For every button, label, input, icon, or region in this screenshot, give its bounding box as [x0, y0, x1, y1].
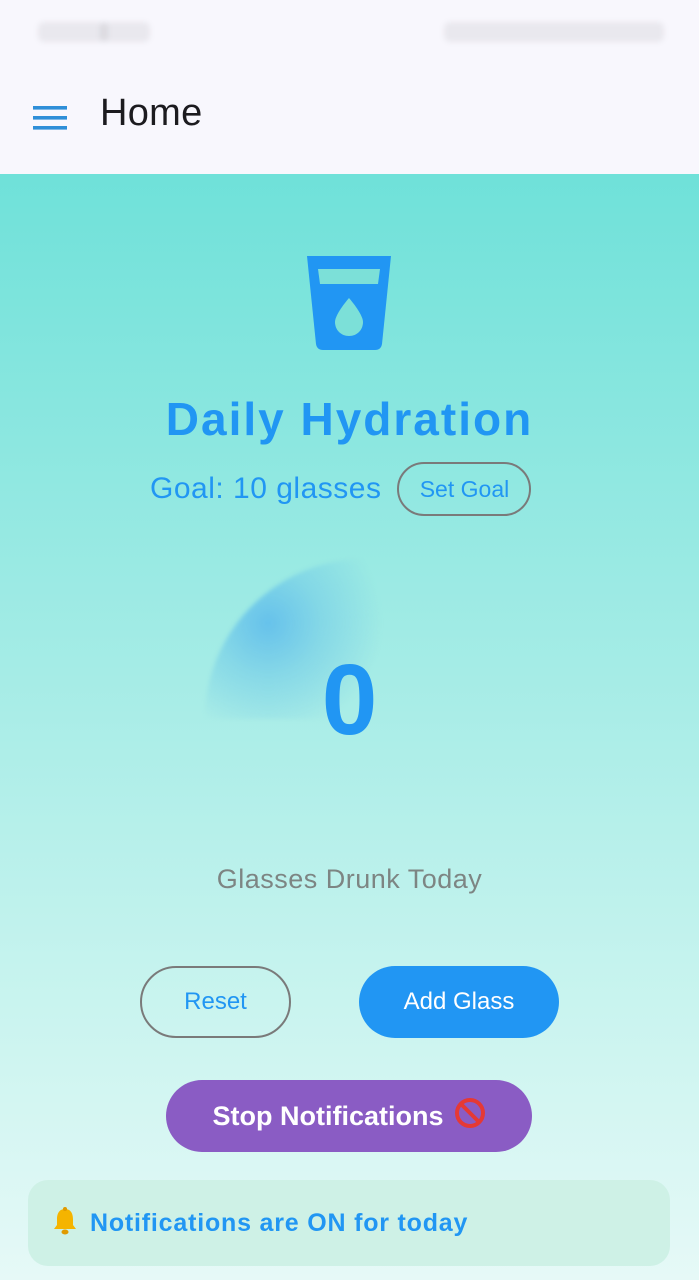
reset-button[interactable]: Reset — [140, 966, 291, 1038]
water-glass-icon — [305, 254, 393, 352]
top-app-bar: Home — [0, 66, 699, 174]
goal-row: Goal: 10 glasses Set Goal — [150, 460, 532, 518]
menu-button[interactable] — [24, 96, 76, 140]
bell-icon — [50, 1206, 80, 1241]
glasses-count: 0 — [321, 644, 378, 756]
glasses-count-label: Glasses Drunk Today — [216, 864, 483, 894]
set-goal-button[interactable]: Set Goal — [397, 462, 532, 516]
status-bar — [0, 0, 699, 66]
hydration-screen: Daily Hydration Goal: 10 glasses Set Goa… — [0, 174, 699, 1280]
add-glass-button[interactable]: Add Glass — [359, 966, 559, 1038]
notification-status-card: Notifications are ON for today — [28, 1180, 670, 1266]
notification-status-text: Notifications are ON for today — [90, 1208, 469, 1237]
goal-text: Goal: 10 glasses — [150, 472, 382, 505]
headline: Daily Hydration — [165, 393, 534, 445]
stop-notifications-button[interactable]: Stop Notifications — [166, 1080, 532, 1152]
no-entry-icon — [454, 1097, 486, 1136]
page-title: Home — [100, 92, 203, 134]
stop-notifications-label: Stop Notifications — [212, 1100, 444, 1131]
hamburger-menu-icon — [33, 106, 67, 130]
